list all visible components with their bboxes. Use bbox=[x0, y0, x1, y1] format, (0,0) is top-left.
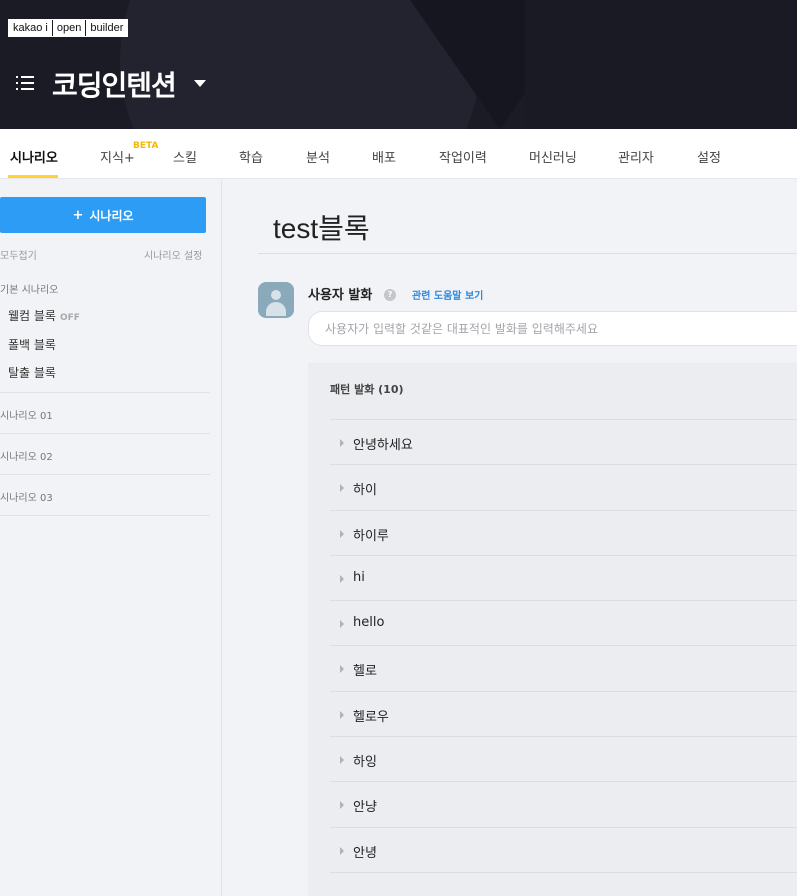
help-link[interactable]: 관련 도움말 보기 bbox=[412, 287, 483, 302]
pattern-text: 헬로 bbox=[353, 664, 377, 680]
pattern-text: 하잉 bbox=[353, 755, 377, 771]
hamburger-menu-icon[interactable] bbox=[16, 76, 34, 90]
off-badge: OFF bbox=[59, 313, 80, 323]
pattern-text: 안냥 bbox=[353, 800, 377, 816]
add-scenario-label: 시나리오 bbox=[89, 208, 134, 223]
main-tabs: 시나리오 지식+ 스킬 학습 분석 배포 작업이력 머신러닝 관리자 설정 bbox=[0, 129, 797, 179]
pattern-utterance-list: 안녕하세요 하이 하이루 hi hello 헬로 헬로우 하잉 안냥 안녕 bbox=[330, 419, 797, 873]
tab-scenario[interactable]: 시나리오 bbox=[10, 147, 58, 166]
block-label: 웰컴 블록 bbox=[8, 309, 56, 323]
pattern-text: 하이 bbox=[353, 483, 377, 499]
triangle-right-icon bbox=[340, 574, 344, 583]
triangle-right-icon bbox=[340, 439, 344, 447]
tab-skill[interactable]: 스킬 bbox=[173, 147, 197, 166]
active-tab-indicator bbox=[8, 175, 58, 178]
utterance-input[interactable] bbox=[308, 311, 797, 346]
triangle-right-icon bbox=[340, 620, 344, 629]
divider bbox=[0, 474, 210, 475]
list-item[interactable]: 안녕하세요 bbox=[330, 420, 797, 466]
pattern-text: hi bbox=[353, 569, 365, 585]
tab-analytics[interactable]: 분석 bbox=[306, 147, 330, 166]
pattern-text: 안녕 bbox=[353, 845, 377, 861]
scenario-item[interactable]: 시나리오 01 bbox=[0, 407, 53, 422]
user-avatar-icon bbox=[258, 282, 294, 318]
list-item[interactable]: 헬로 bbox=[330, 646, 797, 692]
logo-part: open bbox=[52, 20, 87, 36]
scenario-sidebar: + 시나리오 모두접기 시나리오 설정 기본 시나리오 웰컴 블록 OFF 폴백 … bbox=[0, 180, 222, 896]
tab-history[interactable]: 작업이력 bbox=[439, 147, 487, 166]
list-item[interactable]: hi bbox=[330, 556, 797, 602]
triangle-right-icon bbox=[340, 484, 344, 493]
triangle-right-icon bbox=[340, 529, 344, 538]
caret-down-icon[interactable] bbox=[194, 80, 206, 87]
divider bbox=[0, 515, 210, 516]
pattern-text: 헬로우 bbox=[353, 709, 389, 725]
logo-part: kakao i bbox=[9, 20, 53, 36]
tab-deploy[interactable]: 배포 bbox=[372, 147, 396, 166]
triangle-right-icon bbox=[340, 710, 344, 719]
top-header: kakao i open builder 코딩인텐션 bbox=[0, 0, 797, 129]
bot-name[interactable]: 코딩인텐션 bbox=[52, 64, 177, 104]
pattern-utterance-heading: 패턴 발화 (10) bbox=[330, 383, 404, 396]
tab-knowledge[interactable]: 지식+ bbox=[100, 147, 135, 166]
help-icon[interactable]: ? bbox=[384, 289, 396, 301]
tab-settings[interactable]: 설정 bbox=[697, 147, 721, 166]
welcome-block-item[interactable]: 웰컴 블록 OFF bbox=[8, 307, 80, 324]
list-item[interactable]: 하잉 bbox=[330, 737, 797, 783]
triangle-right-icon bbox=[340, 665, 344, 674]
block-editor: test블록 사용자 발화 ? 관련 도움말 보기 패턴 발화 (10) 안녕하… bbox=[222, 180, 797, 896]
triangle-right-icon bbox=[340, 801, 344, 810]
beta-badge: BETA bbox=[133, 141, 159, 151]
collapse-all-link[interactable]: 모두접기 bbox=[0, 247, 37, 262]
divider bbox=[0, 433, 210, 434]
triangle-right-icon bbox=[340, 846, 344, 855]
pattern-utterance-panel: 패턴 발화 (10) 안녕하세요 하이 하이루 hi hello 헬로 헬로우 … bbox=[308, 363, 797, 896]
add-scenario-button[interactable]: + 시나리오 bbox=[0, 197, 206, 233]
user-utterance-label: 사용자 발화 bbox=[308, 288, 373, 303]
scenario-item[interactable]: 시나리오 02 bbox=[0, 448, 53, 463]
divider bbox=[258, 253, 797, 254]
logo-part: builder bbox=[86, 20, 128, 36]
block-title[interactable]: test블록 bbox=[273, 207, 370, 247]
tab-admin[interactable]: 관리자 bbox=[618, 147, 654, 166]
pattern-text: 하이루 bbox=[353, 528, 389, 544]
tab-training[interactable]: 학습 bbox=[239, 147, 263, 166]
kakao-open-builder-logo[interactable]: kakao i open builder bbox=[8, 19, 129, 37]
list-item[interactable]: 안냥 bbox=[330, 782, 797, 828]
list-item[interactable]: 하이루 bbox=[330, 511, 797, 556]
scenario-settings-link[interactable]: 시나리오 설정 bbox=[144, 247, 202, 262]
scenario-item[interactable]: 시나리오 03 bbox=[0, 489, 53, 504]
triangle-right-icon bbox=[340, 756, 344, 765]
tab-machine-learning[interactable]: 머신러닝 bbox=[529, 147, 577, 166]
divider bbox=[0, 392, 210, 393]
default-scenario-heading: 기본 시나리오 bbox=[0, 285, 59, 296]
header-decoration bbox=[525, 0, 797, 129]
exit-block-item[interactable]: 탈출 블록 bbox=[8, 364, 56, 381]
pattern-text: hello bbox=[353, 615, 385, 631]
list-item[interactable]: 헬로우 bbox=[330, 692, 797, 738]
list-item[interactable]: 하이 bbox=[330, 465, 797, 511]
pattern-text: 안녕하세요 bbox=[353, 438, 413, 453]
fallback-block-item[interactable]: 폴백 블록 bbox=[8, 336, 56, 353]
list-item[interactable]: 안녕 bbox=[330, 828, 797, 873]
plus-icon: + bbox=[72, 207, 84, 223]
list-item[interactable]: hello bbox=[330, 601, 797, 647]
